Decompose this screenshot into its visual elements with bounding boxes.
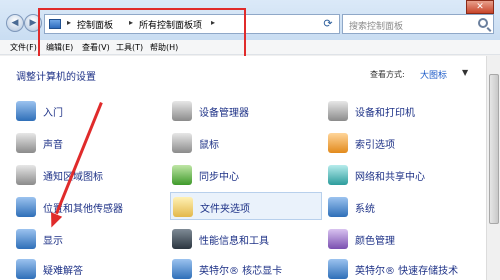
- page-title: 调整计算机的设置: [16, 72, 96, 83]
- item-label: 英特尔® 快速存储技术: [355, 266, 459, 277]
- network-sharing-icon: [328, 165, 348, 185]
- back-arrow-icon: ◀: [11, 18, 19, 28]
- item-label: 网络和共享中心: [355, 172, 425, 183]
- getting-started-icon: [16, 101, 36, 121]
- item-getting-started[interactable]: 入门: [16, 100, 156, 122]
- chevron-down-icon[interactable]: ▼: [462, 68, 468, 77]
- search-icon[interactable]: [478, 18, 488, 28]
- annotation-highlight-box: [38, 8, 246, 60]
- item-location-sensors[interactable]: 位置和其他传感器: [16, 196, 156, 218]
- intel-graphics-icon: [172, 259, 192, 279]
- devices-printers-icon: [328, 101, 348, 121]
- back-button[interactable]: ◀: [6, 14, 24, 32]
- item-intel-rst[interactable]: 英特尔® 快速存储技术: [328, 258, 488, 280]
- search-input[interactable]: 搜索控制面板: [349, 19, 403, 32]
- item-label: 显示: [43, 236, 63, 247]
- item-notification-area[interactable]: 通知区域图标: [16, 164, 156, 186]
- refresh-button[interactable]: ⟳: [318, 15, 338, 33]
- close-button[interactable]: ✕: [466, 0, 494, 14]
- item-label: 疑难解答: [43, 266, 83, 277]
- item-label: 索引选项: [355, 140, 395, 151]
- item-folder-options[interactable]: 文件夹选项: [170, 192, 322, 220]
- item-label: 入门: [43, 108, 63, 119]
- item-label: 设备和打印机: [355, 108, 415, 119]
- item-indexing-options[interactable]: 索引选项: [328, 132, 488, 154]
- item-label: 同步中心: [199, 172, 239, 183]
- view-by-dropdown[interactable]: 大图标: [420, 68, 447, 81]
- item-label: 英特尔® 核芯显卡: [199, 266, 283, 277]
- item-device-manager[interactable]: 设备管理器: [172, 100, 322, 122]
- system-icon: [328, 197, 348, 217]
- item-label: 系统: [355, 204, 375, 215]
- item-intel-graphics[interactable]: 英特尔® 核芯显卡: [172, 258, 322, 280]
- item-network-sharing[interactable]: 网络和共享中心: [328, 164, 488, 186]
- item-label: 颜色管理: [355, 236, 395, 247]
- performance-icon: [172, 229, 192, 249]
- item-display[interactable]: 显示: [16, 228, 156, 250]
- item-mouse[interactable]: 鼠标: [172, 132, 322, 154]
- item-devices-printers[interactable]: 设备和打印机: [328, 100, 488, 122]
- menu-file[interactable]: 文件(F): [10, 42, 37, 53]
- item-performance[interactable]: 性能信息和工具: [172, 228, 322, 250]
- notification-area-icon: [16, 165, 36, 185]
- close-icon: ✕: [476, 2, 484, 12]
- item-sync-center[interactable]: 同步中心: [172, 164, 322, 186]
- window-controls: ✕: [440, 0, 500, 14]
- view-by-label: 查看方式:: [370, 70, 405, 79]
- item-label: 声音: [43, 140, 63, 151]
- location-sensors-icon: [16, 197, 36, 217]
- search-box[interactable]: 搜索控制面板: [342, 14, 494, 34]
- item-color-management[interactable]: 颜色管理: [328, 228, 488, 250]
- intel-rst-icon: [328, 259, 348, 279]
- item-label: 性能信息和工具: [199, 236, 269, 247]
- scroll-thumb[interactable]: [489, 74, 499, 224]
- color-management-icon: [328, 229, 348, 249]
- troubleshooting-icon: [16, 259, 36, 279]
- folder-options-icon: [173, 197, 193, 217]
- indexing-options-icon: [328, 133, 348, 153]
- vertical-scrollbar[interactable]: [486, 56, 500, 280]
- sync-center-icon: [172, 165, 192, 185]
- item-system[interactable]: 系统: [328, 196, 488, 218]
- refresh-icon: ⟳: [323, 17, 333, 30]
- item-troubleshooting[interactable]: 疑难解答: [16, 258, 156, 280]
- mouse-icon: [172, 133, 192, 153]
- device-manager-icon: [172, 101, 192, 121]
- item-label: 鼠标: [199, 140, 219, 151]
- item-label: 文件夹选项: [200, 204, 250, 215]
- item-label: 设备管理器: [199, 108, 249, 119]
- display-icon: [16, 229, 36, 249]
- sound-icon: [16, 133, 36, 153]
